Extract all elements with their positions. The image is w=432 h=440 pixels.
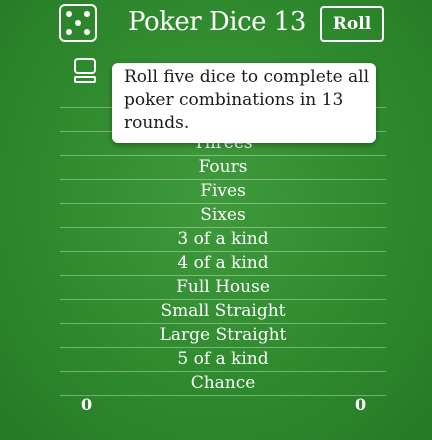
help-tooltip[interactable]: Roll five dice to complete all poker com… <box>112 63 376 143</box>
player-icon <box>74 58 96 83</box>
score-row[interactable]: Sixes <box>60 204 386 228</box>
totals-row: 0 0 <box>0 395 432 415</box>
score-row[interactable]: Small Straight <box>60 300 386 324</box>
dice-five-icon[interactable] <box>59 4 97 42</box>
die-pip <box>75 20 81 26</box>
tooltip-text: Roll five dice to complete all poker com… <box>124 67 370 133</box>
score-row[interactable]: Chance <box>60 372 386 396</box>
score-row[interactable]: 4 of a kind <box>60 252 386 276</box>
page-title: Poker Dice 13 <box>128 7 306 37</box>
score-row[interactable]: Full House <box>60 276 386 300</box>
score-row[interactable]: 5 of a kind <box>60 348 386 372</box>
total-score-left: 0 <box>81 395 93 414</box>
app-header: Poker Dice 13 Roll <box>0 0 432 52</box>
score-row[interactable]: Fours <box>60 156 386 180</box>
die-pip <box>66 29 72 35</box>
score-row[interactable]: 3 of a kind <box>60 228 386 252</box>
score-row[interactable]: Large Straight <box>60 324 386 348</box>
total-score-right: 0 <box>355 395 367 414</box>
die-pip <box>66 11 72 17</box>
die-pip <box>84 11 90 17</box>
score-row[interactable]: Fives <box>60 180 386 204</box>
roll-button[interactable]: Roll <box>320 6 384 42</box>
die-pip <box>84 29 90 35</box>
